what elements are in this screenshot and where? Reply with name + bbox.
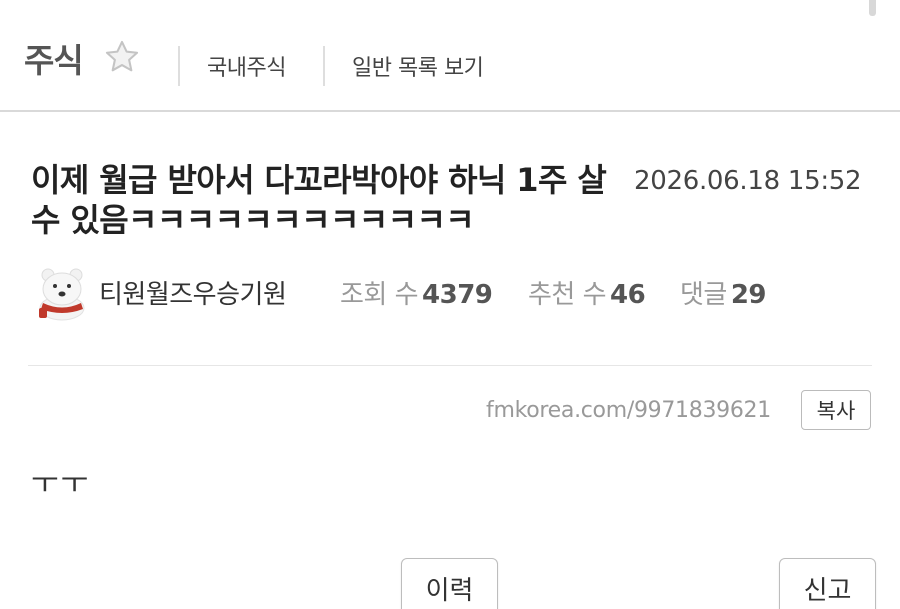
author-name[interactable]: 티원월즈우승기원 [99,274,287,311]
board-header: 주식 국내주식 일반 목록 보기 [0,0,900,112]
recommend-count-value: 46 [610,280,646,310]
header-divider [178,46,180,86]
post-title: 이제 월급 받아서 다꼬라박아야 하닉 1주 살 수 있음ㅋㅋㅋㅋㅋㅋㅋㅋㅋㅋㅋ… [31,161,607,239]
category-link-domestic-stocks[interactable]: 국내주식 [207,50,286,82]
copy-url-button[interactable]: 복사 [801,390,871,430]
view-count: 조회 수 4379 [340,274,493,311]
header-divider [323,46,325,86]
post-date: 2026.06.18 15:52 [634,166,862,196]
view-general-list-link[interactable]: 일반 목록 보기 [352,50,484,82]
content-divider [28,365,872,366]
post-body: ㅜㅜ [31,466,91,501]
comment-count: 댓글 29 [680,274,767,311]
report-button[interactable]: 신고 [779,558,876,609]
comment-count-value: 29 [730,280,767,310]
post-meta: 티원월즈우승기원 조회 수 4379 추천 수 46 댓글 29 [31,262,871,322]
board-title[interactable]: 주식 [24,34,84,82]
post-url[interactable]: fmkorea.com/9971839621 [486,398,771,423]
view-count-label: 조회 수 [340,280,419,310]
comment-count-label: 댓글 [680,280,727,310]
recommend-count-label: 추천 수 [528,280,607,310]
polar-bear-avatar[interactable] [31,262,93,322]
recommend-count: 추천 수 46 [528,274,646,311]
view-count-value: 4379 [422,280,493,310]
history-button[interactable]: 이력 [401,558,498,609]
star-icon[interactable] [103,38,141,76]
